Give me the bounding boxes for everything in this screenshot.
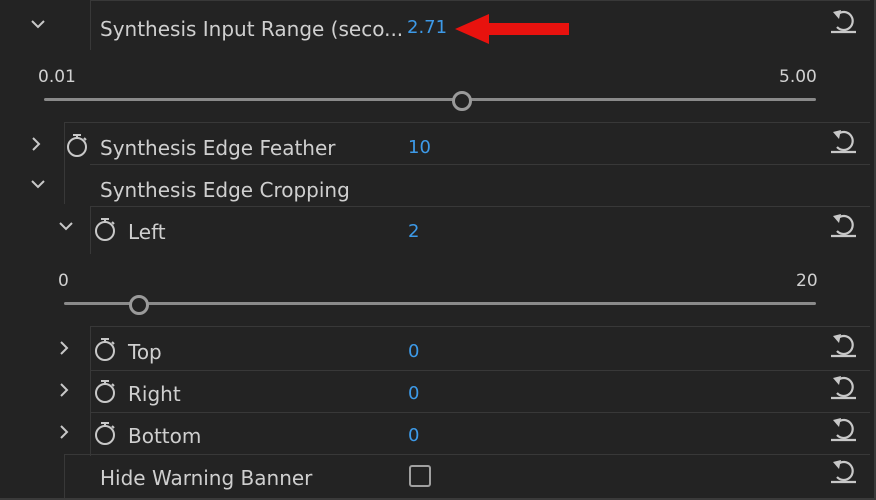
column-divider [90, 0, 91, 50]
chevron-down-icon[interactable] [26, 172, 50, 196]
param-label-hide-warning-banner: Hide Warning Banner [100, 466, 313, 490]
stopwatch-icon[interactable] [92, 420, 118, 446]
stopwatch-icon[interactable] [92, 216, 118, 242]
stopwatch-icon[interactable] [92, 336, 118, 362]
param-label-top: Top [128, 340, 162, 364]
param-label-input-range: Synthesis Input Range (seco... [100, 17, 404, 41]
param-group-label-edge-cropping: Synthesis Edge Cropping [100, 178, 350, 202]
column-divider [90, 206, 91, 254]
column-divider [90, 326, 91, 456]
param-value-top[interactable]: 0 [408, 340, 419, 364]
slider-track[interactable] [44, 98, 816, 101]
row-divider [90, 326, 870, 327]
reset-icon[interactable] [828, 374, 858, 400]
param-value-bottom[interactable]: 0 [408, 424, 419, 448]
param-value-input-range[interactable]: 2.71 [407, 16, 447, 40]
chevron-right-icon[interactable] [24, 132, 48, 156]
row-divider [64, 454, 870, 455]
row-divider [90, 412, 870, 413]
column-divider [64, 454, 65, 498]
chevron-right-icon[interactable] [52, 336, 76, 360]
hide-warning-banner-checkbox[interactable] [409, 465, 431, 487]
row-divider [90, 164, 870, 165]
chevron-down-icon[interactable] [26, 12, 50, 36]
reset-icon[interactable] [828, 212, 858, 238]
row-divider [90, 206, 870, 207]
row-divider [90, 370, 870, 371]
chevron-right-icon[interactable] [52, 378, 76, 402]
row-divider [90, 0, 870, 1]
stopwatch-icon[interactable] [64, 132, 90, 158]
slider-max-label: 20 [796, 271, 818, 291]
param-label-bottom: Bottom [128, 424, 202, 448]
row-divider [64, 122, 870, 123]
red-arrow-icon [455, 14, 571, 44]
slider-max-label: 5.00 [779, 67, 817, 87]
chevron-right-icon[interactable] [52, 420, 76, 444]
param-label-edge-feather: Synthesis Edge Feather [100, 136, 336, 160]
slider-track[interactable] [64, 302, 816, 305]
reset-icon[interactable] [828, 416, 858, 442]
slider-thumb[interactable] [451, 91, 472, 111]
slider-min-label: 0.01 [38, 67, 76, 87]
param-label-left: Left [128, 220, 166, 244]
reset-icon[interactable] [828, 458, 858, 484]
reset-icon[interactable] [828, 8, 858, 34]
slider-min-label: 0 [58, 271, 69, 291]
param-value-right[interactable]: 0 [408, 382, 419, 406]
chevron-down-icon[interactable] [54, 214, 78, 238]
stopwatch-icon[interactable] [92, 378, 118, 404]
reset-icon[interactable] [828, 332, 858, 358]
param-value-left[interactable]: 2 [408, 220, 419, 244]
param-label-right: Right [128, 382, 181, 406]
reset-icon[interactable] [828, 128, 858, 154]
param-value-edge-feather[interactable]: 10 [408, 136, 431, 160]
